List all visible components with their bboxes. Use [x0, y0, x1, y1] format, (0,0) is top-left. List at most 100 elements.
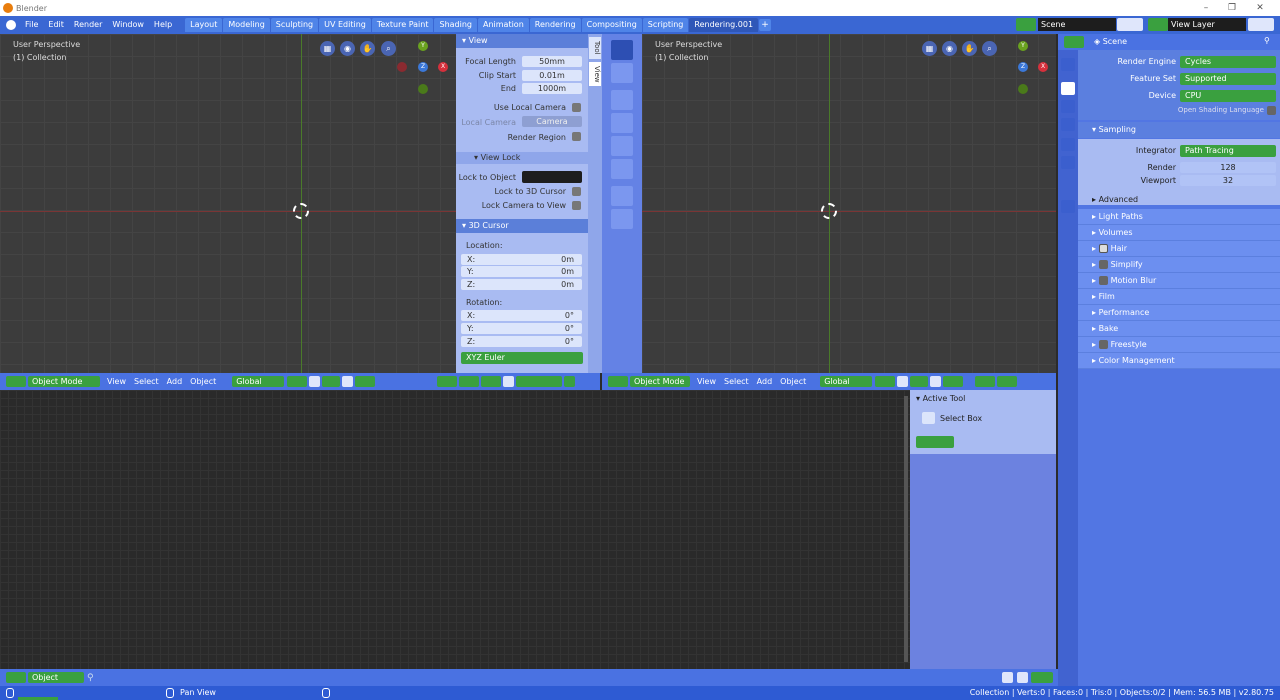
menu-edit[interactable]: Edit	[43, 16, 69, 34]
zoom-icon[interactable]: ⌕	[381, 41, 396, 56]
osl-checkbox[interactable]	[1267, 106, 1276, 115]
overlay-icon[interactable]	[481, 376, 502, 387]
transform-tool-icon[interactable]	[611, 159, 633, 179]
view-layer-properties-icon[interactable]	[1061, 118, 1075, 131]
performance-panel-header[interactable]: ▸ Performance	[1078, 305, 1280, 321]
add-workspace-button[interactable]: +	[759, 19, 772, 31]
overlay-toggle-icon[interactable]	[1002, 672, 1013, 683]
advanced-subpanel-header[interactable]: ▸ Advanced	[1092, 195, 1138, 204]
close-icon[interactable]: ✕	[1250, 1, 1270, 15]
freestyle-checkbox[interactable]	[1098, 340, 1108, 349]
tab-layout[interactable]: Layout	[185, 18, 223, 32]
cursor-tool-icon[interactable]	[611, 63, 633, 83]
rotation-y-field[interactable]: Y: 0°	[461, 323, 582, 334]
location-y-field[interactable]: Y: 0m	[461, 266, 582, 277]
menu-add[interactable]: Add	[753, 377, 777, 386]
xray-icon[interactable]	[503, 376, 515, 387]
gizmo-neg-y-icon[interactable]	[418, 84, 428, 94]
gizmo-y-icon[interactable]: Y	[1018, 41, 1028, 51]
world-properties-icon[interactable]	[1061, 156, 1075, 169]
proportional-edit-icon[interactable]	[342, 376, 354, 387]
object-mode-dropdown[interactable]: Object Mode	[630, 376, 690, 387]
color-management-panel-header[interactable]: ▸ Color Management	[1078, 353, 1280, 369]
focal-length-field[interactable]: 50mm	[522, 56, 582, 67]
hair-checkbox[interactable]	[1098, 244, 1108, 253]
tab-sculpting[interactable]: Sculpting	[270, 18, 319, 32]
menu-view[interactable]: View	[103, 377, 130, 386]
menu-file[interactable]: File	[20, 16, 43, 34]
clip-start-field[interactable]: 0.01m	[522, 70, 582, 81]
visibility-icon[interactable]	[975, 376, 996, 387]
device-dropdown[interactable]: CPU	[1180, 90, 1276, 102]
scale-tool-icon[interactable]	[611, 136, 633, 156]
selection-mode-icon[interactable]	[916, 436, 954, 448]
blender-menu-icon[interactable]	[6, 20, 16, 30]
maximize-icon[interactable]: ❐	[1222, 1, 1242, 15]
snap-mode-icon[interactable]	[910, 376, 929, 387]
viewport-left[interactable]: User Perspective (1) Collection ▦ ◉ ✋ ⌕ …	[0, 34, 456, 373]
tab-shading[interactable]: Shading	[434, 18, 477, 32]
object-mode-dropdown[interactable]: Object	[28, 672, 84, 683]
toggle-grid-icon[interactable]: ▦	[320, 41, 335, 56]
tab-compositing[interactable]: Compositing	[581, 18, 642, 32]
output-properties-icon[interactable]	[1061, 100, 1075, 113]
hair-panel-header[interactable]: ▸ Hair	[1078, 241, 1280, 257]
annotate-tool-icon[interactable]	[611, 186, 633, 206]
active-tool-header[interactable]: ▾ Active Tool	[916, 394, 965, 403]
editor-type-icon[interactable]	[6, 376, 26, 387]
snap-icon[interactable]	[897, 376, 909, 387]
viewport-samples-field[interactable]: 32	[1180, 175, 1276, 186]
snap-mode-icon[interactable]	[322, 376, 341, 387]
toggle-grid-icon[interactable]: ▦	[922, 41, 937, 56]
pin-icon[interactable]: ⚲	[1264, 36, 1270, 45]
scene-properties-icon[interactable]	[1061, 138, 1075, 151]
gizmo-neg-x-icon[interactable]	[397, 62, 407, 72]
simplify-checkbox[interactable]	[1098, 260, 1108, 269]
motion-blur-panel-header[interactable]: ▸ Motion Blur	[1078, 273, 1280, 289]
location-x-field[interactable]: X: 0m	[461, 254, 582, 265]
pivot-icon[interactable]	[875, 376, 896, 387]
shading-options-icon[interactable]	[564, 376, 576, 387]
lock-camera-to-view-checkbox[interactable]	[572, 201, 581, 210]
lock-to-3d-cursor-checkbox[interactable]	[572, 187, 581, 196]
volumes-panel-header[interactable]: ▸ Volumes	[1078, 225, 1280, 241]
motion-blur-checkbox[interactable]	[1098, 276, 1108, 285]
scene-icon[interactable]	[1016, 18, 1036, 31]
light-paths-panel-header[interactable]: ▸ Light Paths	[1078, 209, 1280, 225]
pan-hand-icon[interactable]: ✋	[962, 41, 977, 56]
snap-icon[interactable]	[309, 376, 321, 387]
transform-orientation-dropdown[interactable]: Global	[820, 376, 873, 387]
editor-type-icon[interactable]	[608, 376, 628, 387]
menu-object[interactable]: Object	[186, 377, 220, 386]
tab-scripting[interactable]: Scripting	[642, 18, 689, 32]
measure-tool-icon[interactable]	[611, 209, 633, 229]
pivot-icon[interactable]	[287, 376, 308, 387]
freestyle-panel-header[interactable]: ▸ Freestyle	[1078, 337, 1280, 353]
falloff-icon[interactable]	[943, 376, 964, 387]
gizmo-toggle-icon[interactable]	[459, 376, 480, 387]
gizmo-y-icon[interactable]: Y	[418, 41, 428, 51]
zoom-icon[interactable]: ⌕	[982, 41, 997, 56]
rotation-x-field[interactable]: X: 0°	[461, 310, 582, 321]
select-box-icon[interactable]	[922, 412, 935, 424]
gizmo-z-icon[interactable]: Z	[418, 62, 428, 72]
sampling-panel-header[interactable]: ▾ Sampling	[1078, 122, 1280, 138]
menu-window[interactable]: Window	[107, 16, 149, 34]
editor-type-icon[interactable]	[6, 672, 26, 683]
tab-modeling[interactable]: Modeling	[223, 18, 270, 32]
menu-select[interactable]: Select	[720, 377, 753, 386]
editor-type-icon[interactable]	[1064, 36, 1084, 48]
shading-mode-icon[interactable]	[516, 376, 563, 387]
render-properties-icon[interactable]	[1061, 82, 1075, 95]
render-samples-field[interactable]: 128	[1180, 162, 1276, 173]
location-z-field[interactable]: Z: 0m	[461, 279, 582, 290]
tab-tool[interactable]: Tool	[589, 37, 601, 59]
render-region-checkbox[interactable]	[572, 132, 581, 141]
pan-hand-icon[interactable]: ✋	[360, 41, 375, 56]
texture-properties-icon[interactable]	[1061, 200, 1075, 213]
clip-end-field[interactable]: 1000m	[522, 83, 582, 94]
gizmo-toggle-icon[interactable]	[997, 376, 1018, 387]
menu-select[interactable]: Select	[130, 377, 163, 386]
view-lock-section-header[interactable]: ▾ View Lock	[456, 152, 588, 164]
pin-icon[interactable]: ⚲	[87, 673, 94, 683]
